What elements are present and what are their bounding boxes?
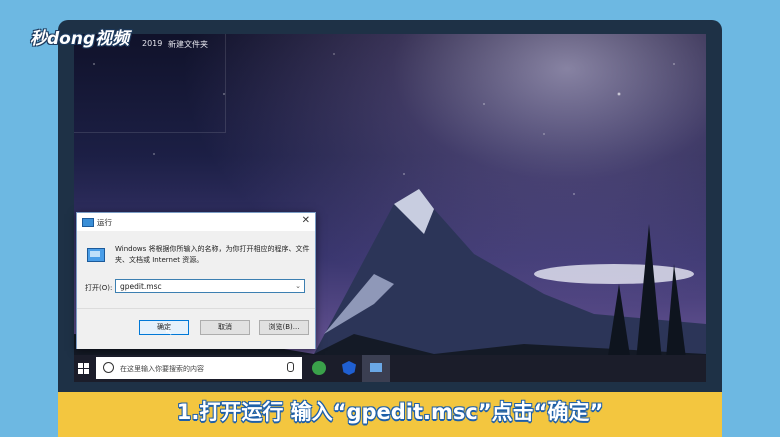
search-placeholder: 在这里输入你要搜索的内容: [120, 365, 204, 373]
desktop-folder-new[interactable]: 新建文件夹: [168, 39, 208, 50]
shield-app-icon[interactable]: [342, 361, 356, 375]
run-taskbar-icon[interactable]: [362, 355, 390, 382]
taskbar-search-box[interactable]: 在这里输入你要搜索的内容: [96, 357, 302, 379]
subtitle-bar: 1.打开运行 输入“gpedit.msc”点击“确定”: [58, 392, 722, 437]
cancel-button[interactable]: 取消: [200, 320, 250, 335]
open-label: 打开(O):: [85, 284, 113, 292]
dialog-title: 运行: [97, 218, 112, 227]
open-input-value: gpedit.msc: [120, 282, 162, 291]
chevron-down-icon[interactable]: ⌄: [295, 282, 301, 291]
windows-start-icon[interactable]: [78, 363, 89, 374]
cortana-icon: [103, 362, 114, 373]
run-app-icon: [82, 218, 94, 227]
dialog-description: Windows 将根据你所输入的名称，为你打开相应的程序、文件夹、文档或 Int…: [115, 245, 310, 264]
ok-button[interactable]: 确定: [139, 320, 189, 335]
run-dialog: 运行 ✕ Windows 将根据你所输入的名称，为你打开相应的程序、文件夹、文档…: [76, 212, 316, 349]
browse-button[interactable]: 浏览(B)...: [259, 320, 309, 335]
microphone-icon[interactable]: [287, 362, 294, 372]
close-icon[interactable]: ✕: [302, 215, 310, 226]
dialog-title-bar[interactable]: 运行 ✕: [77, 213, 315, 231]
open-input[interactable]: gpedit.msc ⌄: [115, 279, 305, 293]
taskbar: 在这里输入你要搜索的内容: [74, 355, 706, 382]
desktop-label-year[interactable]: 2019: [142, 39, 162, 48]
mouse-cursor-icon: ↖: [165, 328, 173, 338]
run-program-icon: [87, 248, 105, 262]
green-app-icon[interactable]: [312, 361, 326, 375]
watermark-logo: 秒dong视频: [30, 29, 130, 49]
subtitle-text: 1.打开运行 输入“gpedit.msc”点击“确定”: [176, 400, 604, 424]
